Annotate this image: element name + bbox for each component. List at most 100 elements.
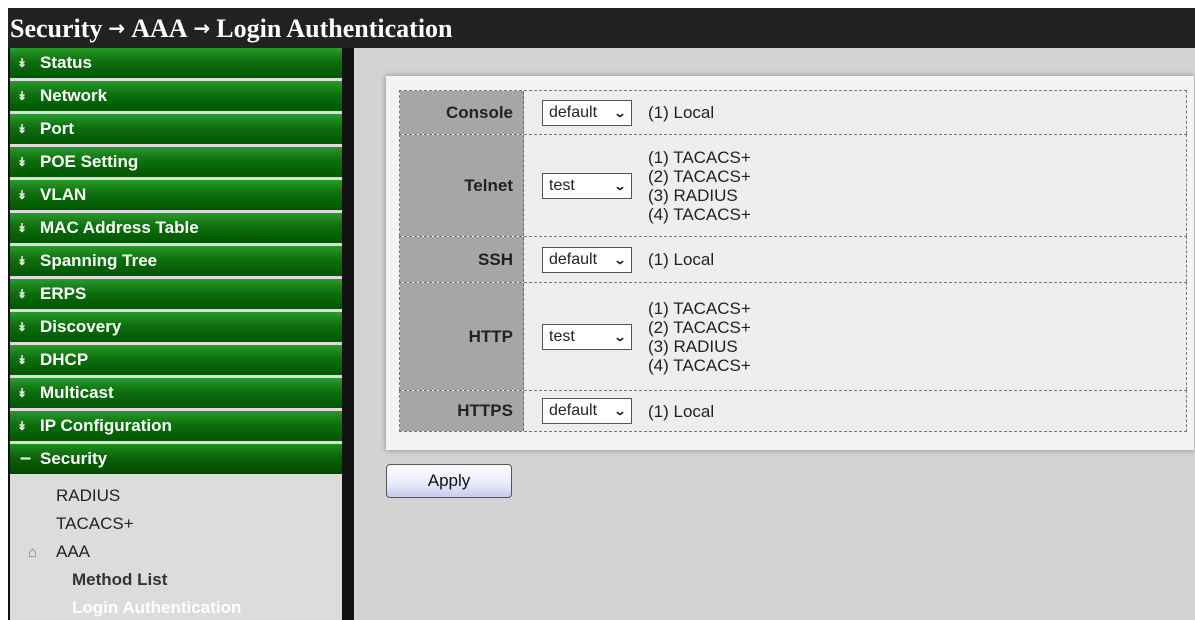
method-list-select[interactable]: default ⌄ [542, 398, 632, 424]
chevron-down-double-icon: ↡ [17, 188, 28, 202]
sidebar-item-mac-address-table[interactable]: ↡ MAC Address Table [10, 213, 342, 243]
sidebar: ↡ Status ↡ Network ↡ Port ↡ POE Setting ↡ VLA… [8, 48, 342, 620]
sidebar-item-multicast[interactable]: ↡ Multicast [10, 378, 342, 408]
row-http: HTTP test ⌄ (1) TACACS+ (2) TACACS+ (3) R… [399, 282, 1187, 390]
method-list-select[interactable]: default ⌄ [542, 99, 632, 126]
sidebar-item-vlan[interactable]: ↡ VLAN [10, 180, 342, 210]
row-console: Console default ⌄ (1) Local [399, 90, 1187, 134]
method-list-select[interactable]: default ⌄ [542, 246, 632, 273]
method-entry: (4) TACACS+ [648, 204, 751, 224]
chevron-down-double-icon: ↡ [17, 419, 28, 433]
main-content: Console default ⌄ (1) Local Telnet test ⌄ … [354, 48, 1195, 620]
sidebar-subitem-login-authentication[interactable]: Login Authentication [10, 594, 342, 620]
sidebar-subitem-radius[interactable]: RADIUS [10, 482, 342, 510]
chevron-down-double-icon: ↡ [17, 320, 28, 334]
caret-down-icon: ⌄ [613, 178, 627, 193]
select-value: default [549, 402, 598, 419]
chevron-down-double-icon: ↡ [17, 89, 28, 103]
method-entry: (1) TACACS+ [648, 298, 751, 318]
breadcrumb-login-authentication: Login Authentication [216, 14, 453, 43]
chevron-down-double-icon: ↡ [17, 386, 28, 400]
method-list-select[interactable]: test ⌄ [542, 172, 632, 199]
sidebar-item-label: IP Configuration [40, 416, 172, 435]
page-title: Security → AAA → Login Authentication [8, 8, 1195, 48]
sidebar-item-status[interactable]: ↡ Status [10, 48, 342, 78]
row-value: test ⌄ (1) TACACS+ (2) TACACS+ (3) RADIUS… [524, 283, 1186, 390]
row-ssh: SSH default ⌄ (1) Local [399, 236, 1187, 282]
breadcrumb-arrow-icon: → [108, 16, 126, 40]
sidebar-item-label: Discovery [40, 317, 122, 336]
method-sequence: (1) TACACS+ (2) TACACS+ (3) RADIUS (4) T… [648, 148, 751, 224]
method-entry: (3) RADIUS [648, 185, 738, 205]
sidebar-item-label: DHCP [40, 350, 89, 369]
chevron-down-double-icon: ↡ [17, 155, 28, 169]
sidebar-item-ip-configuration[interactable]: ↡ IP Configuration [10, 411, 342, 441]
select-value: test [549, 327, 575, 345]
sidebar-item-label: Spanning Tree [40, 251, 158, 270]
collapse-icon: – [20, 447, 32, 469]
method-entry: (2) TACACS+ [648, 317, 751, 337]
sidebar-item-label: Security [40, 449, 108, 468]
apply-button[interactable]: Apply [386, 464, 512, 498]
breadcrumb-security: Security [10, 14, 103, 43]
row-label: Telnet [400, 135, 524, 236]
sidebar-item-label: Network [40, 86, 108, 105]
select-value: default [549, 103, 598, 121]
caret-down-icon: ⌄ [613, 404, 627, 418]
sidebar-subitem-tacacs[interactable]: TACACS+ [10, 510, 342, 538]
row-label: HTTPS [400, 391, 524, 431]
sidebar-item-label: Port [40, 119, 74, 138]
sidebar-item-spanning-tree[interactable]: ↡ Spanning Tree [10, 246, 342, 276]
method-list-select[interactable]: test ⌄ [542, 323, 632, 350]
method-entry: (1) Local [648, 401, 715, 421]
method-sequence: (1) TACACS+ (2) TACACS+ (3) RADIUS (4) T… [648, 299, 751, 375]
row-value: test ⌄ (1) TACACS+ (2) TACACS+ (3) RADIUS… [524, 135, 1186, 236]
sidebar-subitem-label: AAA [56, 542, 91, 561]
sidebar-item-label: MAC Address Table [40, 218, 199, 237]
method-entry: (3) RADIUS [648, 336, 738, 356]
row-value: default ⌄ (1) Local [524, 391, 1186, 431]
chevron-down-double-icon: ↡ [17, 254, 28, 268]
method-entry: (2) TACACS+ [648, 166, 751, 186]
sidebar-item-port[interactable]: ↡ Port [10, 114, 342, 144]
sidebar-item-label: ERPS [40, 284, 87, 303]
sidebar-subitem-aaa[interactable]: ⌂ AAA [10, 538, 342, 566]
chevron-down-double-icon: ↡ [17, 221, 28, 235]
sidebar-item-erps[interactable]: ↡ ERPS [10, 279, 342, 309]
caret-down-icon: ⌄ [613, 105, 627, 120]
caret-down-icon: ⌄ [613, 252, 627, 267]
sidebar-item-network[interactable]: ↡ Network [10, 81, 342, 111]
row-https: HTTPS default ⌄ (1) Local [399, 390, 1187, 432]
sidebar-item-label: Multicast [40, 383, 114, 402]
sidebar-item-label: VLAN [40, 185, 87, 204]
login-auth-table: Console default ⌄ (1) Local Telnet test ⌄ … [399, 90, 1187, 432]
breadcrumb-arrow-icon: → [193, 16, 211, 40]
sidebar-item-security[interactable]: – Security [10, 444, 342, 474]
method-entry: (1) Local [648, 250, 715, 269]
sidebar-item-label: POE Setting [40, 152, 139, 171]
chevron-down-double-icon: ↡ [17, 122, 28, 136]
breadcrumb-aaa: AAA [131, 14, 188, 43]
row-label: SSH [400, 237, 524, 282]
method-sequence: (1) Local [648, 250, 714, 269]
sidebar-item-poe-setting[interactable]: ↡ POE Setting [10, 147, 342, 177]
method-sequence: (1) Local [648, 103, 714, 122]
login-auth-panel: Console default ⌄ (1) Local Telnet test ⌄ … [386, 76, 1194, 450]
sidebar-subitem-method-list[interactable]: Method List [10, 566, 342, 594]
sidebar-item-dhcp[interactable]: ↡ DHCP [10, 345, 342, 375]
home-icon: ⌂ [28, 544, 38, 561]
sidebar-item-discovery[interactable]: ↡ Discovery [10, 312, 342, 342]
select-value: default [549, 250, 598, 268]
chevron-down-double-icon: ↡ [17, 287, 28, 301]
caret-down-icon: ⌄ [613, 329, 627, 344]
sidebar-item-label: Status [40, 53, 92, 72]
row-label: Console [400, 91, 524, 134]
row-value: default ⌄ (1) Local [524, 237, 1186, 282]
method-sequence: (1) Local [648, 402, 714, 421]
chevron-down-double-icon: ↡ [17, 56, 28, 70]
select-value: test [549, 176, 575, 194]
chevron-down-double-icon: ↡ [17, 353, 28, 367]
method-entry: (1) Local [648, 103, 715, 122]
row-label: HTTP [400, 283, 524, 390]
method-entry: (1) TACACS+ [648, 147, 751, 167]
